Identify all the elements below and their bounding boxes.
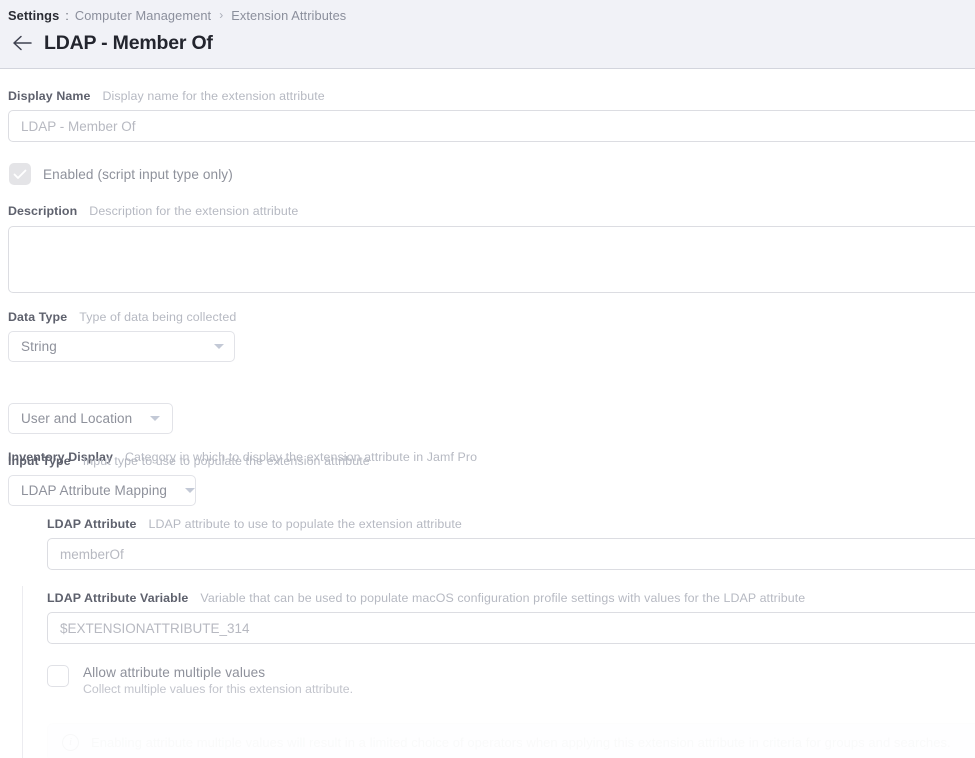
title-row: LDAP - Member Of <box>0 27 213 59</box>
data-type-select[interactable]: String <box>8 331 235 362</box>
ldap-attribute-input[interactable] <box>47 538 975 570</box>
allow-multiple-values-row[interactable]: Allow attribute multiple values Collect … <box>47 665 975 696</box>
description-label-row: Description Description for the extensio… <box>8 204 298 218</box>
data-type-label-row: Data Type Type of data being collected <box>8 310 236 324</box>
display-name-label: Display Name <box>8 89 91 103</box>
inventory-display-select[interactable]: User and Location <box>8 403 173 434</box>
input-type-select[interactable]: LDAP Attribute Mapping <box>8 475 196 506</box>
multiple-values-notice-text: Enabling attribute multiple values will … <box>91 735 951 750</box>
form-body: Display Name Display name for the extens… <box>0 69 975 758</box>
ldap-attribute-variable-label-row: LDAP Attribute Variable Variable that ca… <box>47 591 975 605</box>
breadcrumb: Settings : Computer Management › Extensi… <box>8 6 346 24</box>
breadcrumb-chevron-icon: › <box>219 8 224 22</box>
allow-multiple-values-label: Allow attribute multiple values <box>83 665 266 680</box>
allow-multiple-values-sublabel: Collect multiple values for this extensi… <box>83 682 353 696</box>
description-help: Description for the extension attribute <box>89 204 299 218</box>
page-title: LDAP - Member Of <box>44 31 213 54</box>
display-name-label-row: Display Name Display name for the extens… <box>8 89 325 103</box>
enabled-checkbox <box>9 163 31 185</box>
arrow-left-icon[interactable] <box>0 27 44 59</box>
ldap-attribute-help: LDAP attribute to use to populate the ex… <box>148 517 462 531</box>
input-type-selected-value: LDAP Attribute Mapping <box>21 483 168 498</box>
info-icon: i <box>62 734 79 751</box>
chevron-down-icon <box>214 344 224 349</box>
chevron-down-icon <box>150 416 161 421</box>
ldap-mapping-group: LDAP Attribute LDAP attribute to use to … <box>22 517 975 758</box>
description-label: Description <box>8 204 78 218</box>
breadcrumb-colon: : <box>65 7 69 23</box>
breadcrumb-item-computer-management[interactable]: Computer Management <box>75 8 211 23</box>
input-type-label-row: Input Type Input type to use to populate… <box>8 454 370 468</box>
ldap-attribute-variable-input[interactable] <box>47 612 975 644</box>
extension-attribute-detail-page: Settings : Computer Management › Extensi… <box>0 0 975 758</box>
breadcrumb-root[interactable]: Settings <box>8 8 59 23</box>
enabled-checkbox-label: Enabled (script input type only) <box>43 166 233 182</box>
enabled-checkbox-row[interactable]: Enabled (script input type only) <box>9 163 233 185</box>
ldap-attribute-label-row: LDAP Attribute LDAP attribute to use to … <box>47 517 975 531</box>
data-type-help: Type of data being collected <box>79 310 237 324</box>
multiple-values-notice: i Enabling attribute multiple values wil… <box>47 723 975 758</box>
ldap-attribute-variable-label: LDAP Attribute Variable <box>47 591 189 605</box>
description-textarea[interactable] <box>8 226 975 293</box>
input-type-help: Input type to use to populate the extens… <box>82 454 370 468</box>
data-type-label: Data Type <box>8 310 68 324</box>
ldap-attribute-variable-help: Variable that can be used to populate ma… <box>200 591 806 605</box>
inventory-display-selected-value: User and Location <box>21 411 133 426</box>
breadcrumb-item-extension-attributes[interactable]: Extension Attributes <box>231 8 346 23</box>
display-name-help: Display name for the extension attribute <box>102 89 325 103</box>
allow-multiple-values-checkbox[interactable] <box>47 665 69 687</box>
data-type-selected-value: String <box>21 339 57 354</box>
chevron-down-icon <box>185 488 196 493</box>
input-type-label: Input Type <box>8 454 71 468</box>
page-header: Settings : Computer Management › Extensi… <box>0 0 975 69</box>
allow-multiple-values-text: Allow attribute multiple values Collect … <box>83 665 353 696</box>
display-name-input[interactable] <box>8 110 975 142</box>
ldap-attribute-label: LDAP Attribute <box>47 517 137 531</box>
